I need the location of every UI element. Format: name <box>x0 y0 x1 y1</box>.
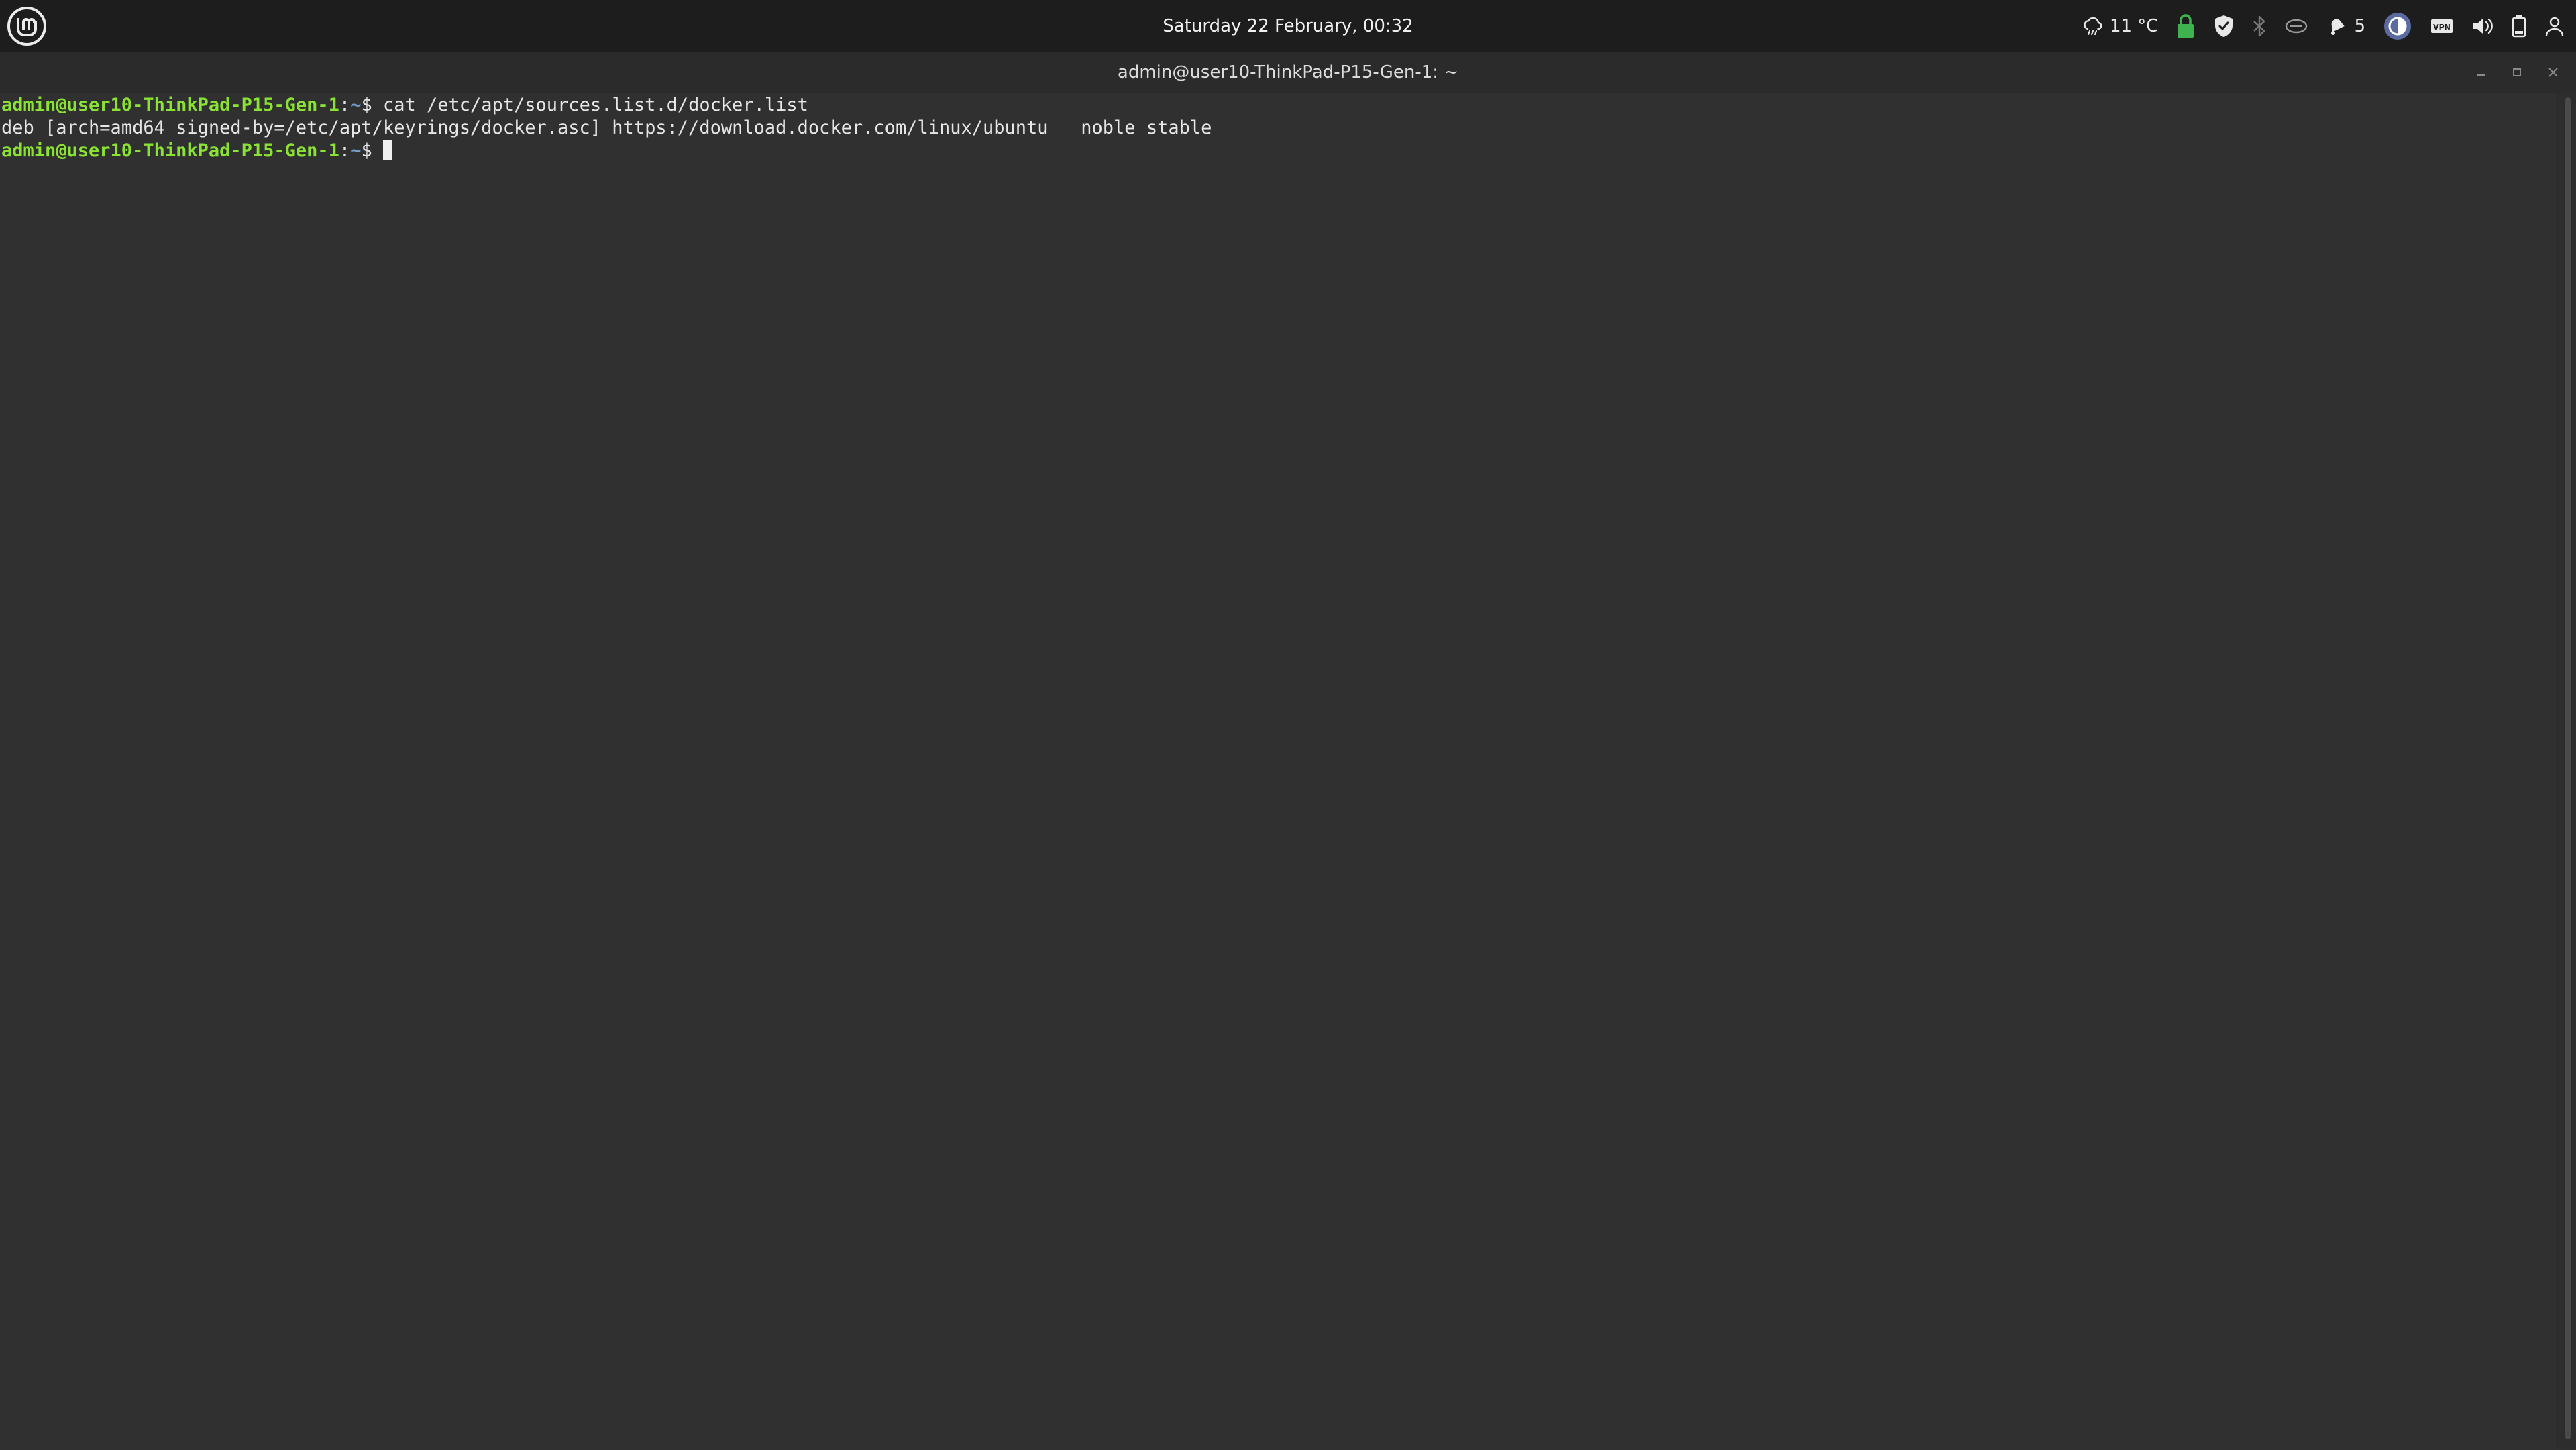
maximize-icon <box>2513 68 2521 76</box>
vpn-indicator[interactable]: VPN <box>2430 10 2454 42</box>
terminal-command: cat /etc/apt/sources.list.d/docker.list <box>382 95 808 115</box>
prompt-path: ~ <box>350 95 362 115</box>
volume-icon <box>2471 15 2494 37</box>
display-icon <box>2383 11 2412 41</box>
maximize-button[interactable] <box>2506 62 2528 83</box>
close-button[interactable] <box>2542 62 2564 83</box>
network-icon <box>2284 17 2308 35</box>
svg-text:VPN: VPN <box>2433 23 2451 32</box>
prompt-user-host: admin@user10-ThinkPad-P15-Gen-1 <box>1 95 339 115</box>
security-indicator[interactable] <box>2213 10 2235 42</box>
window-titlebar[interactable]: admin@user10-ThinkPad-P15-Gen-1: ~ <box>0 52 2576 93</box>
terminal-line: admin@user10-ThinkPad-P15-Gen-1:~$ <box>0 140 2556 162</box>
prompt-path: ~ <box>350 140 362 161</box>
minimize-button[interactable] <box>2470 62 2491 83</box>
volume-indicator[interactable] <box>2471 10 2494 42</box>
notifications-indicator[interactable]: 5 <box>2326 10 2365 42</box>
weather-temperature: 11 °C <box>2109 16 2159 36</box>
shield-icon <box>2213 14 2235 38</box>
user-indicator[interactable] <box>2544 10 2565 42</box>
prompt-separator: : <box>339 95 351 115</box>
linux-mint-logo-icon[interactable] <box>7 6 47 46</box>
notification-count: 5 <box>2354 16 2365 36</box>
window-title: admin@user10-ThinkPad-P15-Gen-1: ~ <box>1117 62 1459 83</box>
prompt-symbol: $ <box>361 95 383 115</box>
notifications-icon <box>2326 15 2347 37</box>
close-icon <box>2548 68 2558 77</box>
window-controls <box>2470 52 2564 93</box>
top-panel: Saturday 22 February, 00:32 11 °C 5 VPN <box>0 0 2576 52</box>
lock-indicator[interactable] <box>2176 10 2196 42</box>
system-tray: 11 °C 5 VPN <box>2082 0 2565 52</box>
scrollbar-thumb[interactable] <box>2565 97 2571 1439</box>
battery-icon <box>2512 15 2526 38</box>
prompt-user-host: admin@user10-ThinkPad-P15-Gen-1 <box>1 140 339 161</box>
terminal-output-text: deb [arch=amd64 signed-by=/etc/apt/keyri… <box>1 117 1212 138</box>
bluetooth-indicator[interactable] <box>2252 10 2267 42</box>
display-indicator[interactable] <box>2383 10 2412 42</box>
vpn-icon: VPN <box>2430 17 2454 35</box>
minimize-icon <box>2477 74 2485 76</box>
battery-indicator[interactable] <box>2512 10 2526 42</box>
clock[interactable]: Saturday 22 February, 00:32 <box>1163 16 1413 36</box>
lock-icon <box>2176 13 2196 40</box>
prompt-symbol: $ <box>361 140 383 161</box>
weather-icon <box>2082 15 2103 37</box>
user-icon <box>2544 15 2565 37</box>
terminal-line: admin@user10-ThinkPad-P15-Gen-1:~$ cat /… <box>0 94 2556 117</box>
bluetooth-icon <box>2252 15 2267 38</box>
network-indicator[interactable] <box>2284 10 2308 42</box>
prompt-separator: : <box>339 140 351 161</box>
terminal-line: deb [arch=amd64 signed-by=/etc/apt/keyri… <box>0 117 2556 140</box>
terminal-scrollbar[interactable] <box>2556 93 2576 1449</box>
terminal-output[interactable]: admin@user10-ThinkPad-P15-Gen-1:~$ cat /… <box>0 93 2556 1450</box>
window-title-container: admin@user10-ThinkPad-P15-Gen-1: ~ <box>0 52 2576 93</box>
weather-indicator[interactable]: 11 °C <box>2082 10 2159 42</box>
terminal-cursor <box>382 140 392 160</box>
